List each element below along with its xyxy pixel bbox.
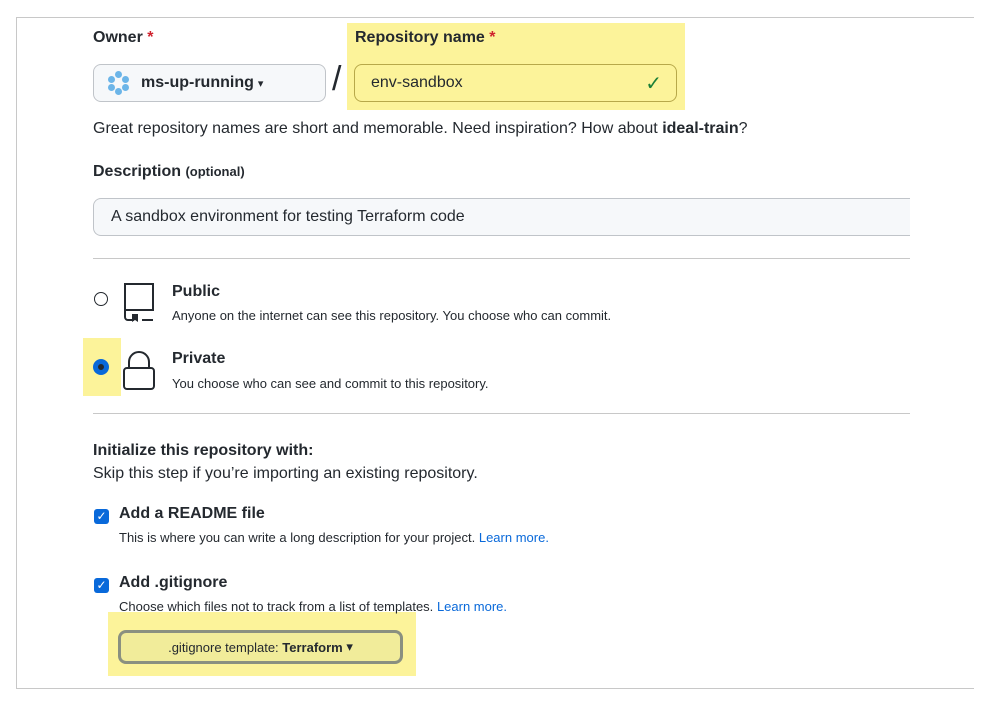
owner-label: Owner * <box>93 29 154 46</box>
description-input[interactable]: A sandbox environment for testing Terraf… <box>93 198 910 236</box>
readme-title: Add a README file <box>119 505 265 522</box>
readme-desc: This is where you can write a long descr… <box>119 530 549 545</box>
name-hint: Great repository names are short and mem… <box>93 120 748 137</box>
init-title: Initialize this repository with: <box>93 442 314 459</box>
public-title: Public <box>172 283 221 300</box>
repo-name-label: Repository name * <box>355 29 496 46</box>
chevron-down-icon: ▾ <box>346 639 353 654</box>
avatar <box>106 70 132 96</box>
chevron-down-icon: ▾ <box>257 77 264 90</box>
gitignore-title: Add .gitignore <box>119 574 228 591</box>
gitignore-desc: Choose which files not to track from a l… <box>119 599 508 614</box>
description-label: Description (optional) <box>93 163 245 180</box>
repo-name-value: env-sandbox <box>371 74 463 91</box>
public-radio[interactable] <box>94 292 108 306</box>
readme-checkbox[interactable]: ✓ <box>94 509 109 524</box>
owner-value: ms-up-running <box>141 74 254 91</box>
lock-icon <box>122 350 156 397</box>
gitignore-checkbox[interactable]: ✓ <box>94 578 109 593</box>
public-desc: Anyone on the internet can see this repo… <box>172 308 612 323</box>
learn-more-link[interactable]: Learn more. <box>437 599 507 614</box>
divider <box>93 413 910 414</box>
divider <box>93 258 910 259</box>
suggestion-link[interactable]: ideal-train <box>662 120 738 137</box>
checkmark-icon: ✓ <box>645 72 662 95</box>
private-radio[interactable] <box>94 360 108 374</box>
gitignore-template-dropdown[interactable]: .gitignore template: Terraform ▾ <box>118 630 403 664</box>
owner-dropdown[interactable]: ms-up-running ▾ <box>93 64 326 102</box>
private-title: Private <box>172 350 226 367</box>
slash-separator: / <box>332 60 342 98</box>
private-desc: You choose who can see and commit to thi… <box>172 376 489 391</box>
init-subtitle: Skip this step if you’re importing an ex… <box>93 465 478 482</box>
learn-more-link[interactable]: Learn more. <box>479 530 549 545</box>
repo-icon <box>122 281 156 330</box>
repo-name-input[interactable]: env-sandbox ✓ <box>354 64 677 102</box>
